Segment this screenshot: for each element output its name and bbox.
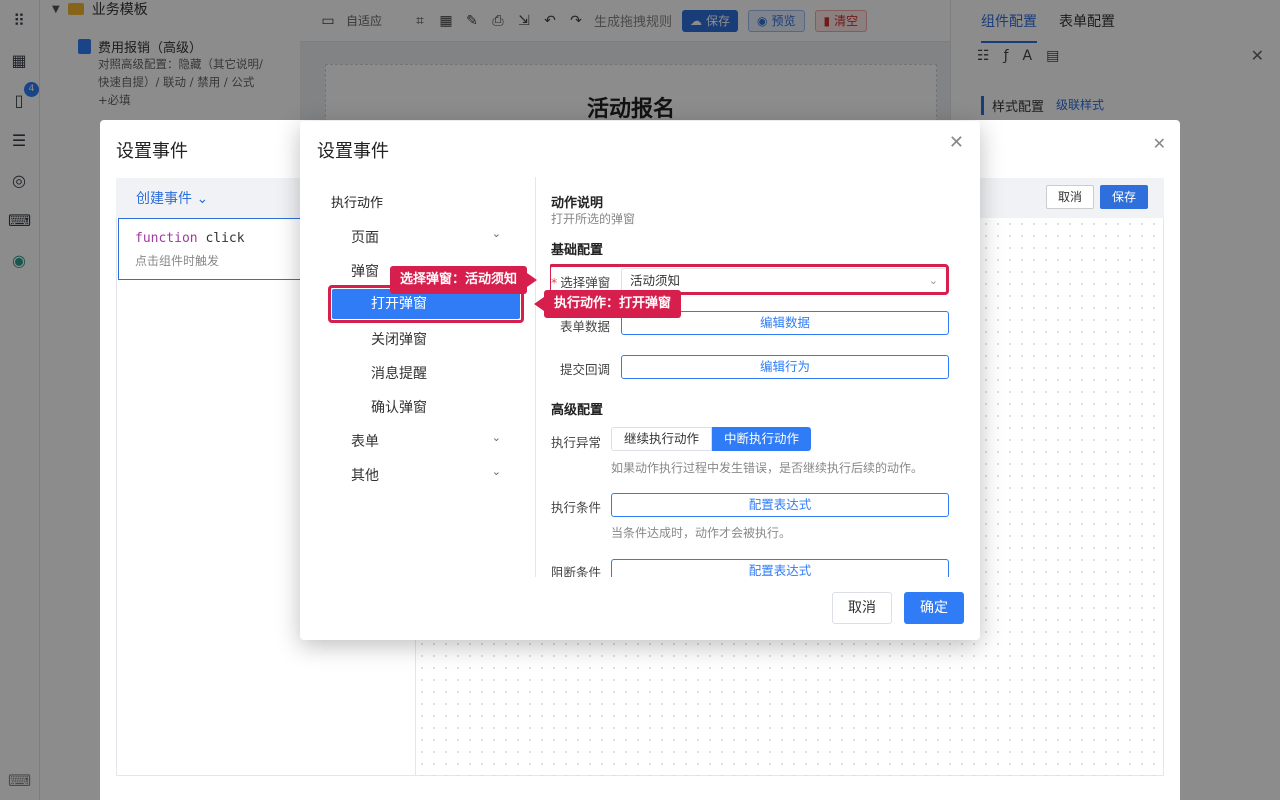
edit-behavior-button[interactable]: 编辑行为 (621, 355, 949, 379)
chevron-down-icon: ⌄ (491, 227, 501, 240)
create-event-label: 创建事件 (136, 191, 192, 207)
block-condition-button[interactable]: 配置表达式 (611, 559, 949, 577)
submit-callback-label: 提交回调 (560, 362, 611, 377)
chevron-down-icon: ⌄ (491, 431, 501, 444)
event-modal-title: 设置事件 (116, 141, 188, 162)
dialog-title: 设置事件 (317, 141, 389, 162)
exec-condition-label: 执行条件 (551, 500, 602, 515)
menu-item-other[interactable]: 其他 ⌄ (351, 465, 501, 485)
abort-exec-option[interactable]: 中断执行动作 (712, 427, 812, 451)
menu-heading: 执行动作 (331, 196, 384, 211)
menu-item-close-popup[interactable]: 关闭弹窗 (371, 329, 427, 349)
callout-select-popup: 选择弹窗：活动须知 (390, 266, 538, 294)
chevron-down-icon: ⌄ (192, 191, 209, 207)
fn-keyword: function (135, 231, 198, 246)
block-condition-label: 阻断条件 (551, 565, 602, 577)
event-save-button[interactable]: 保存 (1100, 185, 1148, 209)
menu-item-page[interactable]: 页面 ⌄ (351, 227, 501, 247)
exec-error-label: 执行异常 (551, 435, 602, 450)
action-config-pane: 动作说明 打开所选的弹窗 基础配置 * 选择弹窗 活动须知 ⌄ 表单数据 编辑数据… (550, 177, 970, 577)
chevron-down-icon: ⌄ (491, 465, 501, 478)
ok-button[interactable]: 确定 (904, 592, 964, 624)
exec-condition-hint: 当条件达成时，动作才会被执行。 (611, 526, 792, 540)
set-event-dialog: 设置事件 ✕ 执行动作 页面 ⌄ 弹窗 打开弹窗 关闭弹窗 消息提醒 确认弹窗 … (300, 121, 980, 640)
close-icon[interactable]: ✕ (1153, 134, 1166, 153)
callout-exec-action: 执行动作：打开弹窗 (533, 290, 682, 318)
menu-label: 页面 (351, 230, 379, 246)
menu-label: 弹窗 (351, 264, 379, 280)
action-desc-text: 打开所选的弹窗 (551, 212, 636, 226)
menu-label: 其他 (351, 468, 379, 484)
exec-condition-button[interactable]: 配置表达式 (611, 493, 949, 517)
cancel-button[interactable]: 取消 (832, 592, 892, 624)
menu-item-confirm-popup[interactable]: 确认弹窗 (371, 397, 427, 417)
action-menu: 执行动作 页面 ⌄ 弹窗 打开弹窗 关闭弹窗 消息提醒 确认弹窗 表单 ⌄ 其他… (316, 177, 536, 577)
exec-error-segment: 继续执行动作 中断执行动作 (611, 427, 812, 451)
menu-item-message[interactable]: 消息提醒 (371, 363, 427, 383)
action-desc-title: 动作说明 (551, 196, 604, 211)
close-icon[interactable]: ✕ (949, 133, 964, 153)
menu-item-form[interactable]: 表单 ⌄ (351, 431, 501, 451)
basic-config-title: 基础配置 (551, 243, 604, 258)
create-event-dropdown[interactable]: 创建事件 ⌄ (136, 188, 208, 208)
form-data-label: 表单数据 (560, 319, 611, 334)
event-cancel-button[interactable]: 取消 (1046, 185, 1094, 209)
function-desc: 点击组件时触发 (135, 254, 220, 268)
fn-name: click (205, 231, 245, 246)
advanced-config-title: 高级配置 (551, 403, 604, 418)
continue-exec-option[interactable]: 继续执行动作 (611, 427, 713, 451)
exec-error-hint: 如果动作执行过程中发生错误，是否继续执行后续的动作。 (611, 461, 924, 475)
function-signature: function click (135, 231, 245, 246)
menu-label: 表单 (351, 434, 379, 450)
